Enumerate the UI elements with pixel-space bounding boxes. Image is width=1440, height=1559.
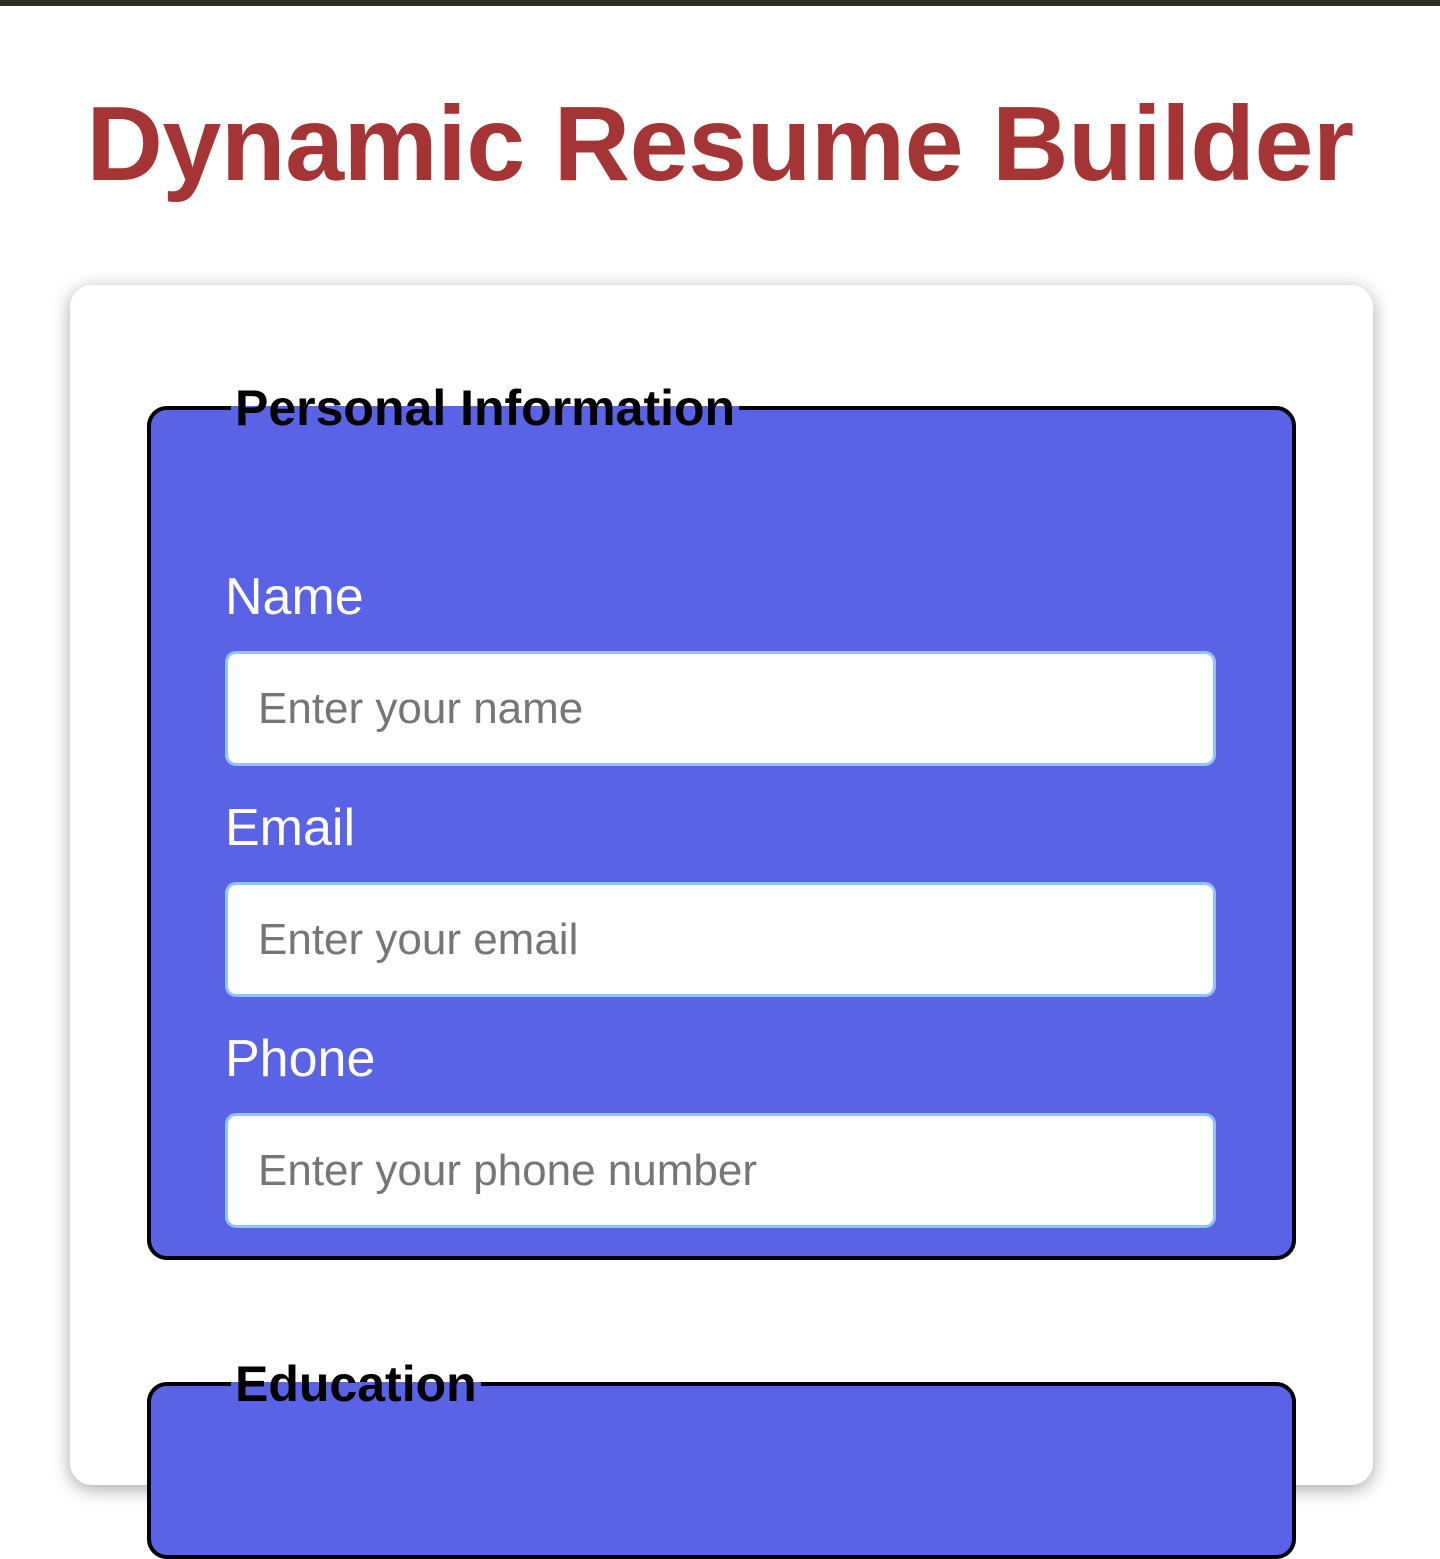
browser-top-bar bbox=[0, 0, 1440, 6]
education-legend: Education bbox=[235, 1356, 477, 1412]
email-input[interactable] bbox=[225, 882, 1216, 997]
resume-form-card: Personal Information Name Email Phone Ed… bbox=[70, 285, 1373, 1559]
name-label: Name bbox=[225, 568, 364, 626]
personal-information-section: Personal Information Name Email Phone bbox=[147, 383, 1296, 1260]
phone-input[interactable] bbox=[225, 1113, 1216, 1228]
education-section: Education bbox=[147, 1359, 1296, 1559]
phone-label: Phone bbox=[225, 1030, 376, 1088]
email-label: Email bbox=[225, 799, 356, 857]
personal-information-legend: Personal Information bbox=[235, 380, 736, 436]
page-title: Dynamic Resume Builder bbox=[86, 85, 1354, 203]
name-input[interactable] bbox=[225, 651, 1216, 766]
